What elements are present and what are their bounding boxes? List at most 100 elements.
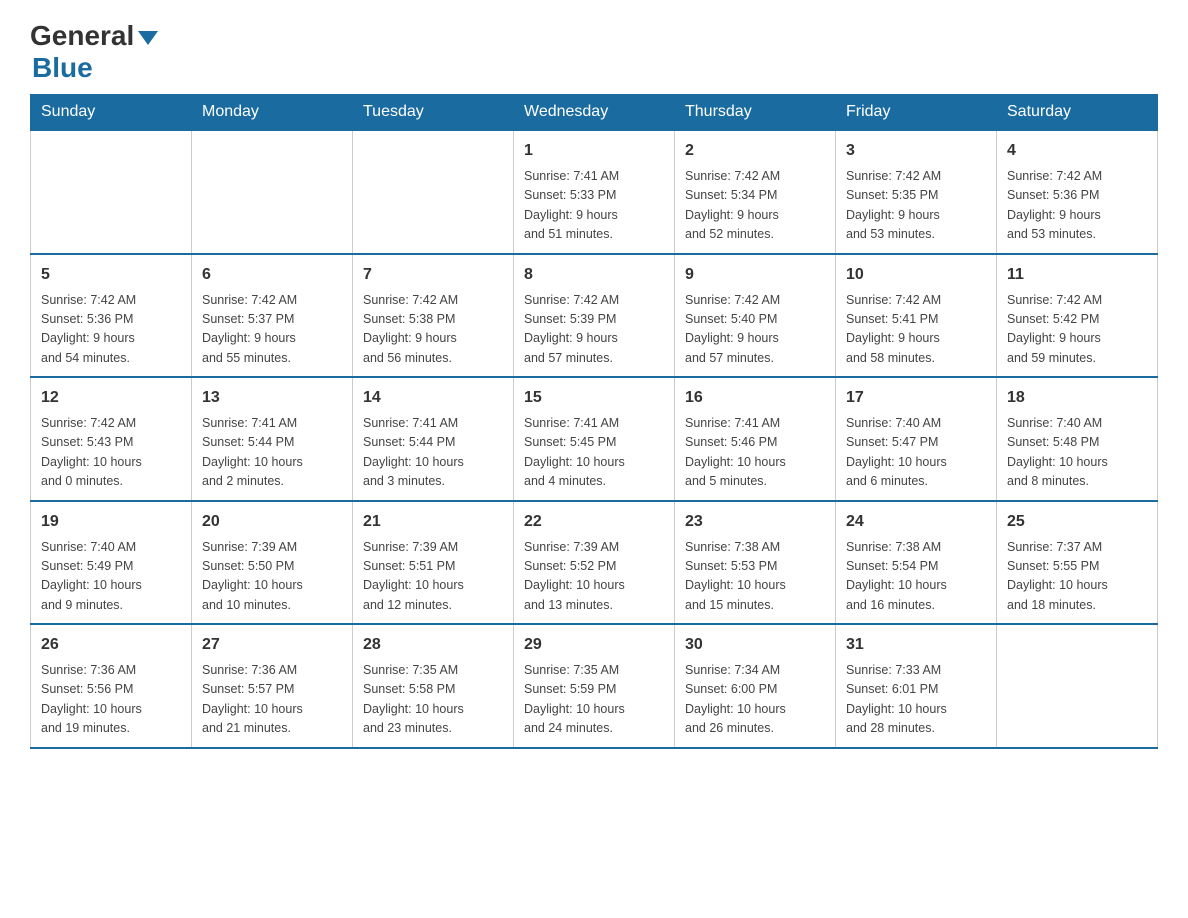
day-number: 17 bbox=[846, 386, 986, 410]
day-info: Sunrise: 7:41 AM Sunset: 5:33 PM Dayligh… bbox=[524, 167, 664, 245]
logo-arrow-icon bbox=[138, 31, 158, 45]
day-number: 31 bbox=[846, 633, 986, 657]
day-info: Sunrise: 7:35 AM Sunset: 5:59 PM Dayligh… bbox=[524, 661, 664, 739]
day-info: Sunrise: 7:42 AM Sunset: 5:36 PM Dayligh… bbox=[41, 291, 181, 369]
day-info: Sunrise: 7:33 AM Sunset: 6:01 PM Dayligh… bbox=[846, 661, 986, 739]
day-of-week-header: Monday bbox=[192, 95, 353, 131]
calendar-day-cell: 26 Sunrise: 7:36 AM Sunset: 5:56 PM Dayli… bbox=[31, 624, 192, 748]
day-number: 8 bbox=[524, 263, 664, 287]
calendar-day-cell bbox=[997, 624, 1158, 748]
calendar-day-cell: 11Sunrise: 7:42 AM Sunset: 5:42 PM Dayli… bbox=[997, 254, 1158, 378]
calendar-day-cell: 19 Sunrise: 7:40 AM Sunset: 5:49 PM Dayli… bbox=[31, 501, 192, 625]
day-number: 20 bbox=[202, 510, 342, 534]
day-of-week-header: Sunday bbox=[31, 95, 192, 131]
day-info: Sunrise: 7:42 AM Sunset: 5:37 PM Dayligh… bbox=[202, 291, 342, 369]
day-info: Sunrise: 7:42 AM Sunset: 5:43 PM Dayligh… bbox=[41, 414, 181, 492]
calendar-day-cell bbox=[31, 130, 192, 254]
day-number: 30 bbox=[685, 633, 825, 657]
calendar-day-cell: 9Sunrise: 7:42 AM Sunset: 5:40 PM Daylig… bbox=[675, 254, 836, 378]
calendar-day-cell: 17 Sunrise: 7:40 AM Sunset: 5:47 PM Dayli… bbox=[836, 377, 997, 501]
calendar-day-cell: 3Sunrise: 7:42 AM Sunset: 5:35 PM Daylig… bbox=[836, 130, 997, 254]
day-info: Sunrise: 7:41 AM Sunset: 5:44 PM Dayligh… bbox=[363, 414, 503, 492]
day-number: 27 bbox=[202, 633, 342, 657]
day-info: Sunrise: 7:34 AM Sunset: 6:00 PM Dayligh… bbox=[685, 661, 825, 739]
day-info: Sunrise: 7:35 AM Sunset: 5:58 PM Dayligh… bbox=[363, 661, 503, 739]
calendar-day-cell: 22 Sunrise: 7:39 AM Sunset: 5:52 PM Dayli… bbox=[514, 501, 675, 625]
day-number: 12 bbox=[41, 386, 181, 410]
calendar-day-cell: 1 Sunrise: 7:41 AM Sunset: 5:33 PM Daylig… bbox=[514, 130, 675, 254]
day-of-week-header: Friday bbox=[836, 95, 997, 131]
day-number: 26 bbox=[41, 633, 181, 657]
calendar-day-cell: 14Sunrise: 7:41 AM Sunset: 5:44 PM Dayli… bbox=[353, 377, 514, 501]
calendar-day-cell bbox=[192, 130, 353, 254]
logo-general-text: General bbox=[30, 20, 134, 52]
day-number: 7 bbox=[363, 263, 503, 287]
day-number: 24 bbox=[846, 510, 986, 534]
day-number: 15 bbox=[524, 386, 664, 410]
calendar-day-cell: 16 Sunrise: 7:41 AM Sunset: 5:46 PM Dayli… bbox=[675, 377, 836, 501]
calendar-day-cell: 13Sunrise: 7:41 AM Sunset: 5:44 PM Dayli… bbox=[192, 377, 353, 501]
calendar-day-cell: 30 Sunrise: 7:34 AM Sunset: 6:00 PM Dayli… bbox=[675, 624, 836, 748]
day-number: 25 bbox=[1007, 510, 1147, 534]
calendar-week-row: 5 Sunrise: 7:42 AM Sunset: 5:36 PM Daylig… bbox=[31, 254, 1158, 378]
calendar-day-cell bbox=[353, 130, 514, 254]
day-number: 5 bbox=[41, 263, 181, 287]
day-info: Sunrise: 7:41 AM Sunset: 5:45 PM Dayligh… bbox=[524, 414, 664, 492]
day-info: Sunrise: 7:38 AM Sunset: 5:53 PM Dayligh… bbox=[685, 538, 825, 616]
day-info: Sunrise: 7:39 AM Sunset: 5:52 PM Dayligh… bbox=[524, 538, 664, 616]
calendar-week-row: 26 Sunrise: 7:36 AM Sunset: 5:56 PM Dayli… bbox=[31, 624, 1158, 748]
day-info: Sunrise: 7:40 AM Sunset: 5:47 PM Dayligh… bbox=[846, 414, 986, 492]
day-number: 10 bbox=[846, 263, 986, 287]
day-info: Sunrise: 7:42 AM Sunset: 5:39 PM Dayligh… bbox=[524, 291, 664, 369]
calendar-day-cell: 12 Sunrise: 7:42 AM Sunset: 5:43 PM Dayli… bbox=[31, 377, 192, 501]
day-number: 11 bbox=[1007, 263, 1147, 287]
day-number: 23 bbox=[685, 510, 825, 534]
day-of-week-header: Tuesday bbox=[353, 95, 514, 131]
day-number: 22 bbox=[524, 510, 664, 534]
calendar-day-cell: 20Sunrise: 7:39 AM Sunset: 5:50 PM Dayli… bbox=[192, 501, 353, 625]
day-number: 1 bbox=[524, 139, 664, 163]
calendar-day-cell: 8 Sunrise: 7:42 AM Sunset: 5:39 PM Daylig… bbox=[514, 254, 675, 378]
day-info: Sunrise: 7:42 AM Sunset: 5:35 PM Dayligh… bbox=[846, 167, 986, 245]
day-number: 19 bbox=[41, 510, 181, 534]
day-of-week-header: Saturday bbox=[997, 95, 1158, 131]
calendar-day-cell: 29 Sunrise: 7:35 AM Sunset: 5:59 PM Dayli… bbox=[514, 624, 675, 748]
calendar-day-cell: 21Sunrise: 7:39 AM Sunset: 5:51 PM Dayli… bbox=[353, 501, 514, 625]
calendar-day-cell: 15 Sunrise: 7:41 AM Sunset: 5:45 PM Dayli… bbox=[514, 377, 675, 501]
day-number: 9 bbox=[685, 263, 825, 287]
day-info: Sunrise: 7:36 AM Sunset: 5:56 PM Dayligh… bbox=[41, 661, 181, 739]
calendar-week-row: 12 Sunrise: 7:42 AM Sunset: 5:43 PM Dayli… bbox=[31, 377, 1158, 501]
day-info: Sunrise: 7:41 AM Sunset: 5:44 PM Dayligh… bbox=[202, 414, 342, 492]
calendar-day-cell: 2 Sunrise: 7:42 AM Sunset: 5:34 PM Daylig… bbox=[675, 130, 836, 254]
calendar-day-cell: 23 Sunrise: 7:38 AM Sunset: 5:53 PM Dayli… bbox=[675, 501, 836, 625]
day-number: 29 bbox=[524, 633, 664, 657]
calendar-table: SundayMondayTuesdayWednesdayThursdayFrid… bbox=[30, 94, 1158, 749]
calendar-week-row: 19 Sunrise: 7:40 AM Sunset: 5:49 PM Dayli… bbox=[31, 501, 1158, 625]
calendar-day-cell: 4 Sunrise: 7:42 AM Sunset: 5:36 PM Daylig… bbox=[997, 130, 1158, 254]
calendar-day-cell: 6 Sunrise: 7:42 AM Sunset: 5:37 PM Daylig… bbox=[192, 254, 353, 378]
calendar-day-cell: 18Sunrise: 7:40 AM Sunset: 5:48 PM Dayli… bbox=[997, 377, 1158, 501]
calendar-day-cell: 27 Sunrise: 7:36 AM Sunset: 5:57 PM Dayli… bbox=[192, 624, 353, 748]
calendar-day-cell: 28 Sunrise: 7:35 AM Sunset: 5:58 PM Dayli… bbox=[353, 624, 514, 748]
logo: General Blue bbox=[30, 20, 158, 84]
day-info: Sunrise: 7:40 AM Sunset: 5:49 PM Dayligh… bbox=[41, 538, 181, 616]
day-number: 18 bbox=[1007, 386, 1147, 410]
day-of-week-header: Thursday bbox=[675, 95, 836, 131]
logo-blue-text: Blue bbox=[32, 52, 93, 83]
day-info: Sunrise: 7:42 AM Sunset: 5:34 PM Dayligh… bbox=[685, 167, 825, 245]
day-number: 16 bbox=[685, 386, 825, 410]
day-info: Sunrise: 7:42 AM Sunset: 5:38 PM Dayligh… bbox=[363, 291, 503, 369]
day-number: 28 bbox=[363, 633, 503, 657]
day-info: Sunrise: 7:41 AM Sunset: 5:46 PM Dayligh… bbox=[685, 414, 825, 492]
day-number: 6 bbox=[202, 263, 342, 287]
day-info: Sunrise: 7:36 AM Sunset: 5:57 PM Dayligh… bbox=[202, 661, 342, 739]
day-info: Sunrise: 7:42 AM Sunset: 5:36 PM Dayligh… bbox=[1007, 167, 1147, 245]
day-of-week-header: Wednesday bbox=[514, 95, 675, 131]
day-number: 4 bbox=[1007, 139, 1147, 163]
day-number: 2 bbox=[685, 139, 825, 163]
day-info: Sunrise: 7:38 AM Sunset: 5:54 PM Dayligh… bbox=[846, 538, 986, 616]
calendar-day-cell: 25Sunrise: 7:37 AM Sunset: 5:55 PM Dayli… bbox=[997, 501, 1158, 625]
calendar-day-cell: 10Sunrise: 7:42 AM Sunset: 5:41 PM Dayli… bbox=[836, 254, 997, 378]
calendar-day-cell: 7 Sunrise: 7:42 AM Sunset: 5:38 PM Daylig… bbox=[353, 254, 514, 378]
calendar-day-cell: 24 Sunrise: 7:38 AM Sunset: 5:54 PM Dayli… bbox=[836, 501, 997, 625]
